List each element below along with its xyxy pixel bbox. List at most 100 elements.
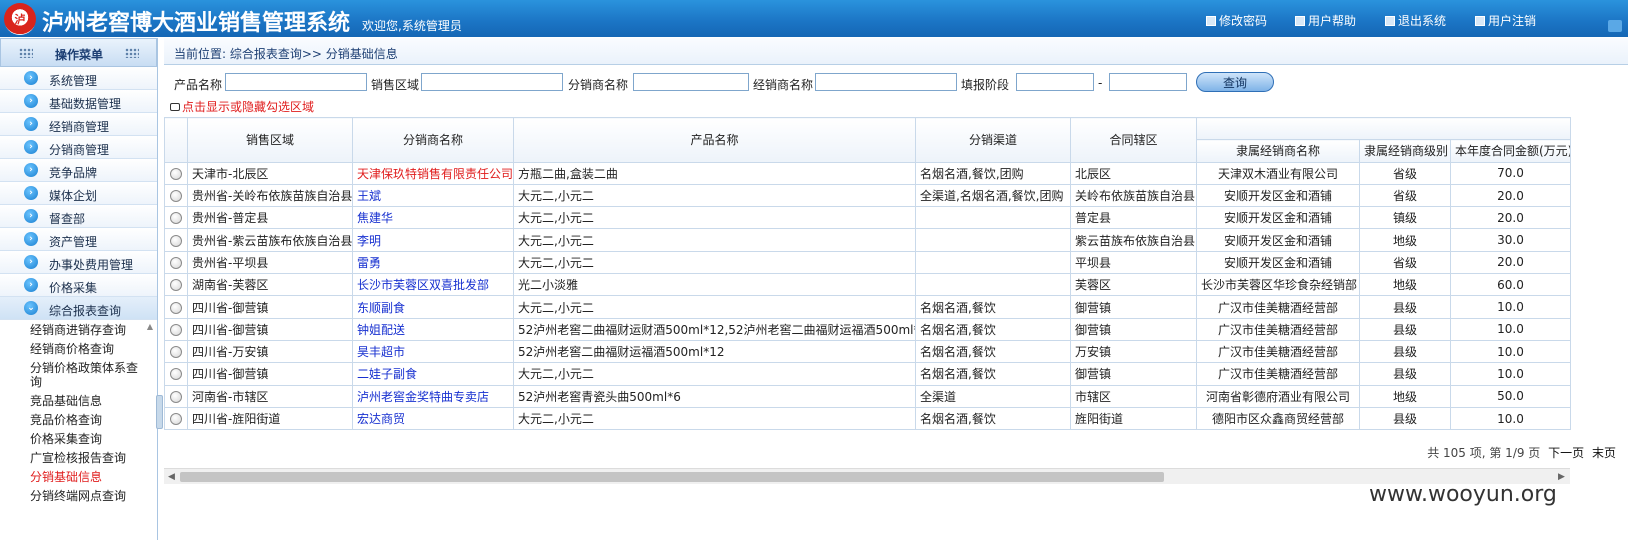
sidebar-item[interactable]: › 分销商管理 xyxy=(0,136,157,159)
table-row[interactable]: 贵州省-平坝县 雷勇 大元二,小元二 平坝县 安顺开发区金和酒铺 省级 20.0 xyxy=(164,250,1571,275)
table-row[interactable]: 四川省-万安镇 昊丰超市 52泸州老窖二曲福财运福酒500ml*12 名烟名酒,餐饮万… xyxy=(164,339,1571,364)
submenu-item[interactable]: 分销基础信息 xyxy=(0,467,157,486)
scroll-up-icon[interactable]: ▲ xyxy=(145,322,155,332)
sidebar-item[interactable]: › 媒体企划 xyxy=(0,182,157,205)
scroll-left-icon[interactable]: ◀ xyxy=(168,472,175,482)
sidebar-item[interactable]: › 办事处费用管理 xyxy=(0,251,157,274)
table-cell: 大元二,小元二 xyxy=(513,183,916,208)
pagination: 共 105 项, 第 1/9 页 下一页 末页 xyxy=(1427,444,1616,461)
row-radio[interactable] xyxy=(170,368,182,381)
table-cell: 60.0 xyxy=(1450,273,1571,297)
row-radio[interactable] xyxy=(170,279,182,292)
sidebar-item[interactable]: › 资产管理 xyxy=(0,228,157,251)
table-cell[interactable]: 二娃子副食 xyxy=(352,362,514,386)
sidebar-item[interactable]: › 督查部 xyxy=(0,205,157,228)
sales-region-input[interactable] xyxy=(421,73,563,91)
table-cell: 20.0 xyxy=(1450,206,1571,230)
row-radio[interactable] xyxy=(170,212,182,225)
table-row[interactable]: 四川省-旌阳街道 宏达商贸 大元二,小元二 名烟名酒,餐饮 旌阳街道 德阳市区众鑫商贸经营… xyxy=(164,406,1571,431)
table-cell: 御营镇 xyxy=(1070,317,1197,341)
table-cell[interactable]: 焦建华 xyxy=(352,206,514,230)
table-row[interactable]: 贵州省-紫云苗族布依族自治县 李明 大元二,小元二 紫云苗族布依族自治县 安顺开发区金和… xyxy=(164,228,1571,252)
header-toggle-icon[interactable] xyxy=(1608,20,1622,32)
sidebar-item[interactable]: › 系统管理 xyxy=(0,67,157,90)
row-radio[interactable] xyxy=(170,301,182,314)
submenu-item[interactable]: 价格采集查询 xyxy=(0,429,157,448)
submenu-item[interactable]: 竞品价格查询 xyxy=(0,410,157,429)
row-radio[interactable] xyxy=(170,190,182,203)
sidebar-item[interactable]: › 经销商管理 xyxy=(0,113,157,136)
query-button[interactable]: 查询 xyxy=(1196,72,1274,92)
table-cell: 关岭布依族苗族自治县 xyxy=(1070,183,1197,208)
column-header[interactable]: 合同辖区 xyxy=(1070,117,1197,163)
table-row[interactable]: 贵州省-普定县 焦建华 大元二,小元二 普定县 安顺开发区金和酒铺 镇级 20.0 xyxy=(164,206,1571,230)
table-cell[interactable]: 天津保玖特销售有限责任公司 xyxy=(352,161,514,185)
user-help-link[interactable]: 用户帮助 xyxy=(1295,12,1356,29)
product-name-input[interactable] xyxy=(225,73,367,91)
submenu-item[interactable]: 经销商价格查询 xyxy=(0,339,157,358)
table-row[interactable]: 四川省-御营镇 二娃子副食 大元二,小元二 名烟名酒,餐饮 御营镇 广汉市佳美糖酒经营部县… xyxy=(164,362,1571,386)
chevron-right-icon: › xyxy=(24,140,38,154)
period-end-input[interactable] xyxy=(1109,73,1187,91)
row-radio[interactable] xyxy=(170,413,182,425)
table-row[interactable]: 河南省-市辖区 泸州老窖金奖特曲专卖店 52泸州老窖青瓷头曲500ml*6 全渠道 市辖… xyxy=(164,384,1571,408)
table-row[interactable]: 天津市-北辰区 天津保玖特销售有限责任公司 方瓶二曲,盒装二曲 名烟名酒,餐饮,团购北… xyxy=(164,161,1571,185)
period-start-input[interactable] xyxy=(1016,73,1094,91)
submenu-item[interactable]: 分销价格政策体系查询 xyxy=(0,358,157,391)
column-header[interactable]: 分销商名称 xyxy=(352,117,514,163)
table-row[interactable]: 贵州省-关岭布依族苗族自治县 王斌 大元二,小元二 全渠道,名烟名酒,餐饮,团购 关岭布… xyxy=(164,183,1571,208)
column-header[interactable]: 隶属经销商级别 xyxy=(1359,139,1451,163)
row-radio[interactable] xyxy=(170,323,182,336)
table-cell: 安顺开发区金和酒铺 xyxy=(1196,206,1360,230)
submenu-item[interactable]: 经销商进销存查询 xyxy=(0,320,157,339)
table-cell[interactable]: 钟姐配送 xyxy=(352,317,514,341)
column-header[interactable]: 产品名称 xyxy=(513,117,916,163)
table-row[interactable]: 湖南省-芙蓉区 长沙市芙蓉区双喜批发部 光二小淡雅 芙蓉区 长沙市芙蓉区华珍食杂经销部地… xyxy=(164,273,1571,297)
submenu-item[interactable]: 竞品基础信息 xyxy=(0,391,157,410)
row-radio[interactable] xyxy=(170,256,182,269)
toggle-filter-link[interactable]: 点击显示或隐藏勾选区域 xyxy=(170,98,314,115)
dealer-name-input[interactable] xyxy=(815,73,957,91)
distributor-name-input[interactable] xyxy=(633,73,749,91)
scroll-right-icon[interactable]: ▶ xyxy=(1558,472,1565,482)
change-password-link[interactable]: 修改密码 xyxy=(1206,12,1267,29)
table-cell[interactable]: 宏达商贸 xyxy=(352,406,514,431)
table-cell[interactable]: 昊丰超市 xyxy=(352,339,514,364)
row-radio[interactable] xyxy=(170,167,182,180)
exit-system-link[interactable]: 退出系统 xyxy=(1385,12,1446,29)
submenu-item[interactable]: 广宣检核报告查询 xyxy=(0,448,157,467)
horizontal-scrollbar[interactable]: ◀ ▶ xyxy=(164,468,1570,484)
column-header[interactable]: 隶属经销商名称 xyxy=(1196,139,1360,163)
column-header[interactable]: 分销渠道 xyxy=(915,117,1071,163)
table-cell[interactable]: 李明 xyxy=(352,228,514,252)
row-radio[interactable] xyxy=(170,390,182,403)
table-cell: 大元二,小元二 xyxy=(513,295,916,319)
table-cell[interactable]: 长沙市芙蓉区双喜批发部 xyxy=(352,273,514,297)
sidebar-item[interactable]: › 价格采集 xyxy=(0,274,157,297)
logout-link[interactable]: 用户注销 xyxy=(1475,12,1536,29)
chevron-right-icon: › xyxy=(24,278,38,292)
table-row[interactable]: 四川省-御营镇 东顺副食 大元二,小元二 名烟名酒,餐饮 御营镇 广汉市佳美糖酒经营部 县级… xyxy=(164,295,1571,319)
submenu-item[interactable]: 分销终端网点查询 xyxy=(0,486,157,505)
sidebar-item[interactable]: › 竞争品牌 xyxy=(0,159,157,182)
scrollbar-thumb[interactable] xyxy=(180,472,1164,482)
sidebar-item[interactable]: ⌄ 综合报表查询 xyxy=(0,297,157,320)
table-cell: 名烟名酒,餐饮 xyxy=(915,362,1071,386)
chevron-right-icon: › xyxy=(24,71,38,85)
table-row[interactable]: 四川省-御营镇 钟姐配送 52泸州老窖二曲福财运财酒500ml*12,52泸州老窖二… xyxy=(164,317,1571,341)
table-cell[interactable]: 泸州老窖金奖特曲专卖店 xyxy=(352,384,514,408)
row-radio[interactable] xyxy=(170,234,182,247)
next-page-link[interactable]: 下一页 xyxy=(1548,446,1584,460)
last-page-link[interactable]: 末页 xyxy=(1592,446,1616,460)
table-cell[interactable]: 王斌 xyxy=(352,183,514,208)
table-cell: 天津市-北辰区 xyxy=(187,161,353,185)
table-cell: 河南省彰德府酒业有限公司 xyxy=(1196,384,1360,408)
table-cell[interactable]: 东顺副食 xyxy=(352,295,514,319)
column-header[interactable]: 本年度合同金额(万元) xyxy=(1450,139,1571,163)
column-header[interactable]: 销售区域 xyxy=(187,117,353,163)
sidebar-item-label: 综合报表查询 xyxy=(49,304,122,318)
sidebar-collapse-handle[interactable] xyxy=(156,395,163,429)
table-cell[interactable]: 雷勇 xyxy=(352,250,514,275)
row-radio[interactable] xyxy=(170,346,182,359)
sidebar-item[interactable]: › 基础数据管理 xyxy=(0,90,157,113)
